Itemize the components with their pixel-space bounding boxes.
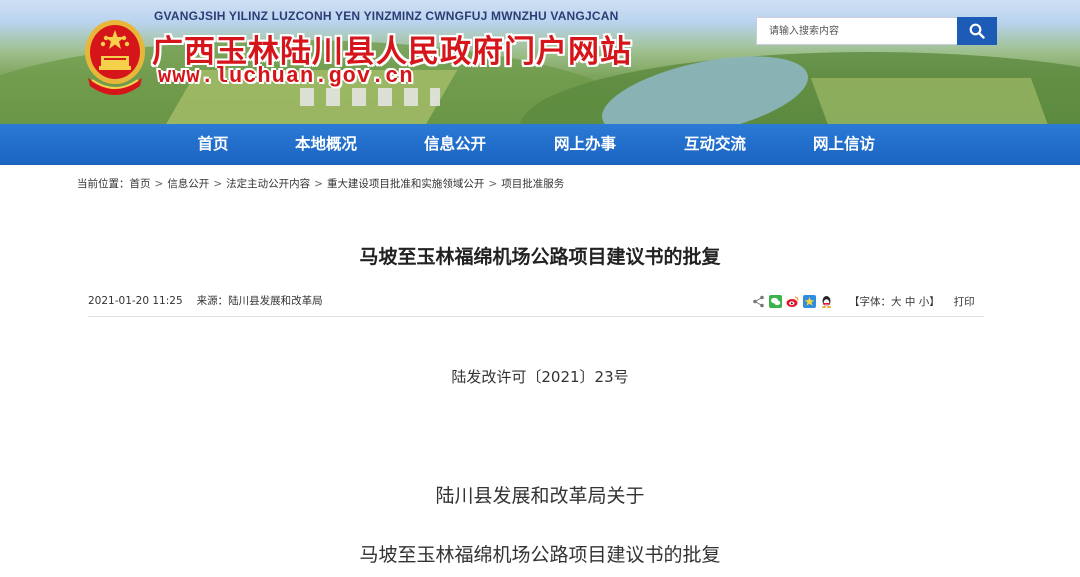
weibo-icon[interactable] — [786, 295, 799, 308]
nav-home[interactable]: 首页 — [170, 124, 256, 165]
breadcrumb-separator: > — [488, 178, 498, 190]
nav-online-services[interactable]: 网上办事 — [540, 124, 630, 165]
font-size-medium-button[interactable]: 中 — [905, 296, 916, 308]
header-banner: GVANGJSIH YILINZ LUZCONH YEN YINZMINZ CW… — [0, 0, 1080, 124]
search-icon — [969, 23, 985, 39]
publish-datetime: 2021-01-20 11:25 — [88, 295, 183, 307]
share-icon[interactable] — [752, 295, 765, 308]
breadcrumb-item[interactable]: 法定主动公开内容 — [226, 178, 310, 190]
banner-field — [810, 78, 1050, 124]
national-emblem-icon — [85, 20, 145, 95]
article-body-heading-line: 马坡至玉林福绵机场公路项目建议书的批复 — [359, 544, 721, 566]
font-size-suffix: 】 — [929, 295, 940, 308]
search-box — [756, 17, 997, 45]
site-pinyin-title: GVANGJSIH YILINZ LUZCONH YEN YINZMINZ CW… — [154, 9, 619, 23]
main-nav: 首页 本地概况 信息公开 网上办事 互动交流 网上信访 — [0, 124, 1080, 165]
divider — [88, 316, 984, 317]
print-button[interactable]: 打印 — [954, 294, 975, 309]
breadcrumb-item[interactable]: 项目批准服务 — [501, 178, 564, 190]
search-input[interactable] — [756, 17, 957, 45]
nav-online-petition[interactable]: 网上信访 — [799, 124, 889, 165]
article-source: 来源：陆川县发展和改革局 — [196, 295, 323, 307]
font-size-control: 【字体：大 中 小】 — [849, 294, 940, 309]
breadcrumb-separator: > — [314, 178, 323, 190]
font-size-prefix: 【字体： — [849, 295, 891, 308]
banner-houses — [300, 88, 440, 106]
breadcrumb-item[interactable]: 信息公开 — [167, 178, 209, 190]
nav-local-overview[interactable]: 本地概况 — [281, 124, 371, 165]
search-button[interactable] — [957, 17, 997, 45]
qq-icon[interactable] — [820, 295, 833, 308]
document-number: 陆发改许可〔2021〕23号 — [451, 368, 629, 386]
article-title: 马坡至玉林福绵机场公路项目建议书的批复 — [359, 246, 721, 268]
breadcrumb-separator: > — [154, 178, 164, 190]
breadcrumb-item[interactable]: 重大建设项目批准和实施领域公开 — [327, 178, 485, 190]
font-size-large-button[interactable]: 大 — [891, 296, 902, 308]
article-meta: 2021-01-20 11:25 来源：陆川县发展和改革局 — [88, 293, 323, 308]
site-url: www.luchuan.gov.cn — [158, 64, 414, 89]
article-body-heading-line: 陆川县发展和改革局关于 — [435, 485, 645, 507]
breadcrumb-item[interactable]: 首页 — [130, 178, 151, 190]
font-size-small-button[interactable]: 小 — [919, 296, 930, 308]
qzone-icon[interactable] — [803, 294, 816, 308]
nav-info-disclosure[interactable]: 信息公开 — [410, 124, 500, 165]
breadcrumb: 当前位置：首页 > 信息公开 > 法定主动公开内容 > 重大建设项目批准和实施领域公开 > 项目… — [77, 176, 564, 191]
wechat-icon[interactable] — [769, 294, 782, 308]
article-tools: 【字体：大 中 小】 打印 — [752, 293, 975, 309]
breadcrumb-prefix: 当前位置： — [77, 178, 130, 190]
nav-interaction[interactable]: 互动交流 — [670, 124, 760, 165]
breadcrumb-separator: > — [213, 178, 223, 190]
